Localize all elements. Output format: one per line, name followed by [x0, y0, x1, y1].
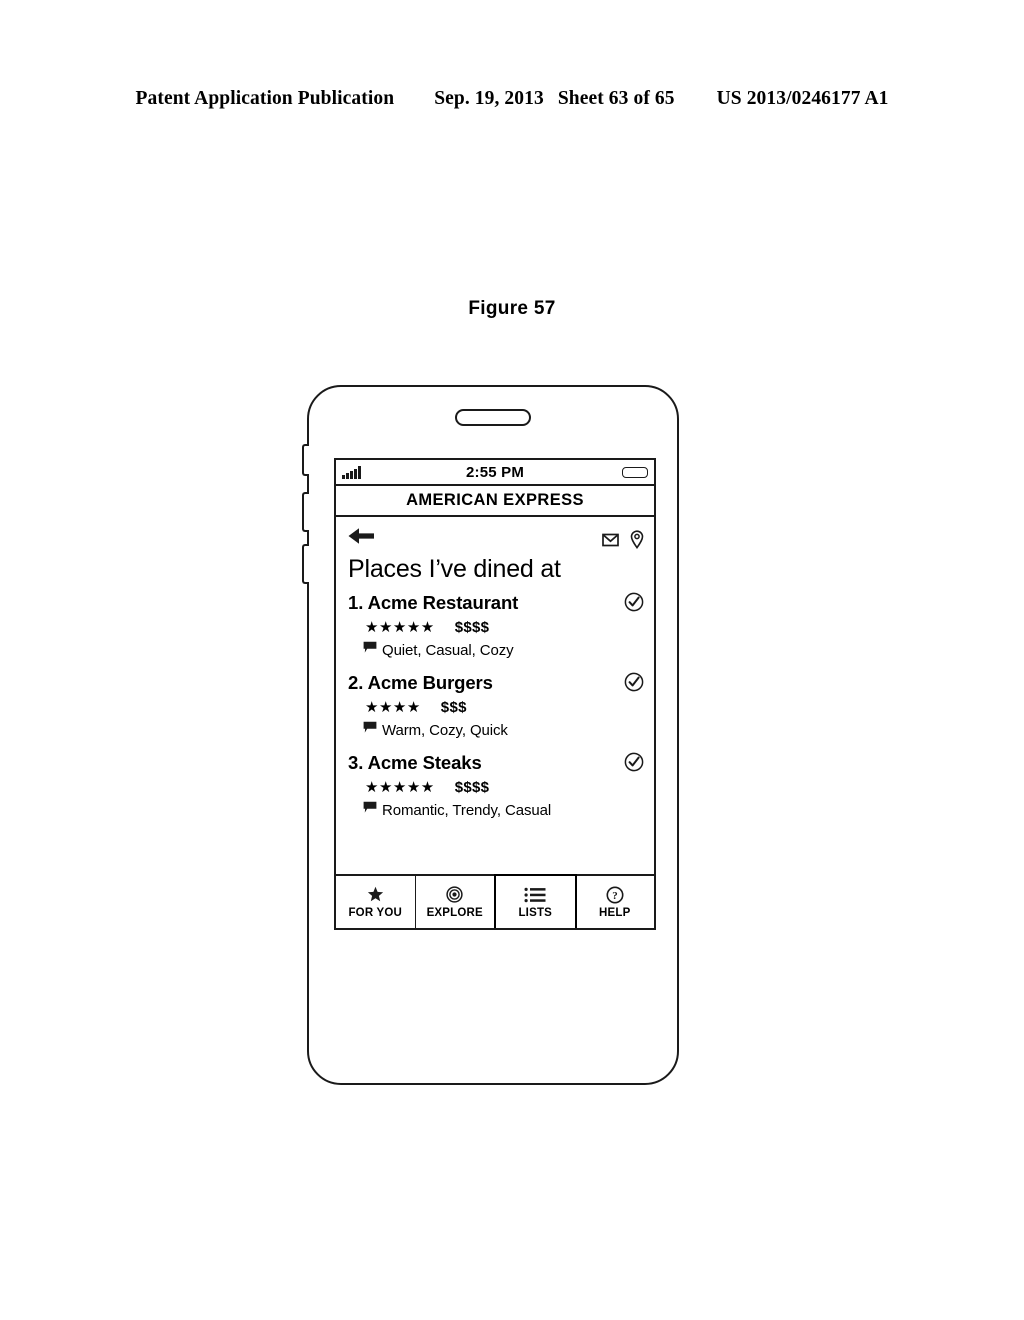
list-item[interactable]: 2. Acme Burgers ★★★★ $$$ Warm, Cozy, Qui…	[336, 672, 654, 739]
tab-for-you[interactable]: FOR YOU	[336, 876, 416, 928]
phone-side-button-top[interactable]	[302, 444, 309, 476]
patent-header-date: Sep. 19, 2013	[434, 88, 544, 109]
map-pin-icon[interactable]	[630, 530, 644, 554]
list-icon	[524, 886, 546, 904]
patent-header-publication: Patent Application Publication	[135, 88, 395, 109]
phone-screen: 2:55 PM AMERICAN EXPRESS Places I’ve din…	[334, 458, 656, 930]
app-brand-title: AMERICAN EXPRESS	[406, 491, 584, 509]
place-name: 3. Acme Steaks	[348, 752, 482, 773]
target-circle-icon	[446, 886, 463, 904]
star-rating: ★★★★★	[365, 619, 435, 636]
price-level: $$$$	[454, 619, 490, 636]
tab-help[interactable]: ? HELP	[576, 876, 655, 928]
page-title: Places I’ve dined at	[348, 555, 561, 583]
comment-icon	[363, 721, 377, 739]
phone-volume-up-button[interactable]	[302, 492, 309, 532]
phone-device-frame: 2:55 PM AMERICAN EXPRESS Places I’ve din…	[302, 385, 679, 1085]
place-name: 2. Acme Burgers	[348, 672, 493, 693]
tab-label: FOR YOU	[348, 906, 403, 919]
place-tags: Warm, Cozy, Quick	[382, 721, 508, 739]
bottom-tab-bar: FOR YOU EXPLORE LISTS ? HELP	[336, 874, 654, 928]
phone-speaker-icon	[455, 409, 531, 426]
check-circle-icon[interactable]	[624, 592, 644, 617]
question-circle-icon: ?	[606, 886, 624, 904]
signal-bars-icon	[342, 465, 361, 479]
place-tags: Romantic, Trendy, Casual	[382, 801, 552, 819]
star-icon	[367, 886, 384, 904]
battery-icon	[622, 466, 648, 478]
places-list: 1. Acme Restaurant ★★★★★ $$$$ Quiet, Cas…	[336, 586, 654, 874]
list-item[interactable]: 3. Acme Steaks ★★★★★ $$$$ Romantic, Tren…	[336, 752, 654, 819]
place-name: 1. Acme Restaurant	[348, 592, 519, 613]
comment-icon	[363, 801, 377, 819]
star-rating: ★★★★	[365, 699, 421, 716]
patent-header-sheet: Sheet 63 of 65	[557, 88, 675, 109]
tab-label: HELP	[599, 906, 631, 919]
figure-caption: Figure 57	[468, 298, 556, 319]
check-circle-icon[interactable]	[624, 752, 644, 777]
back-arrow-icon[interactable]	[346, 525, 376, 552]
place-tags: Quiet, Casual, Cozy	[382, 641, 514, 659]
tab-label: EXPLORE	[426, 906, 483, 919]
status-bar: 2:55 PM	[336, 460, 654, 486]
app-title-bar: AMERICAN EXPRESS	[336, 486, 654, 517]
tab-explore[interactable]: EXPLORE	[416, 876, 495, 928]
navigation-bar	[336, 517, 654, 555]
patent-header: Patent Application Publication Sep. 19, …	[0, 88, 1024, 110]
tab-lists[interactable]: LISTS	[494, 874, 577, 928]
status-bar-time: 2:55 PM	[465, 463, 525, 481]
price-level: $$$	[440, 699, 467, 716]
check-circle-icon[interactable]	[624, 672, 644, 697]
svg-text:?: ?	[612, 890, 618, 902]
tab-label: LISTS	[518, 906, 553, 919]
comment-icon	[363, 641, 377, 659]
patent-header-number: US 2013/0246177 A1	[716, 88, 889, 109]
price-level: $$$$	[454, 779, 490, 796]
list-item[interactable]: 1. Acme Restaurant ★★★★★ $$$$ Quiet, Cas…	[336, 592, 654, 659]
envelope-icon[interactable]	[602, 533, 619, 552]
phone-volume-down-button[interactable]	[302, 544, 309, 584]
star-rating: ★★★★★	[365, 779, 435, 796]
